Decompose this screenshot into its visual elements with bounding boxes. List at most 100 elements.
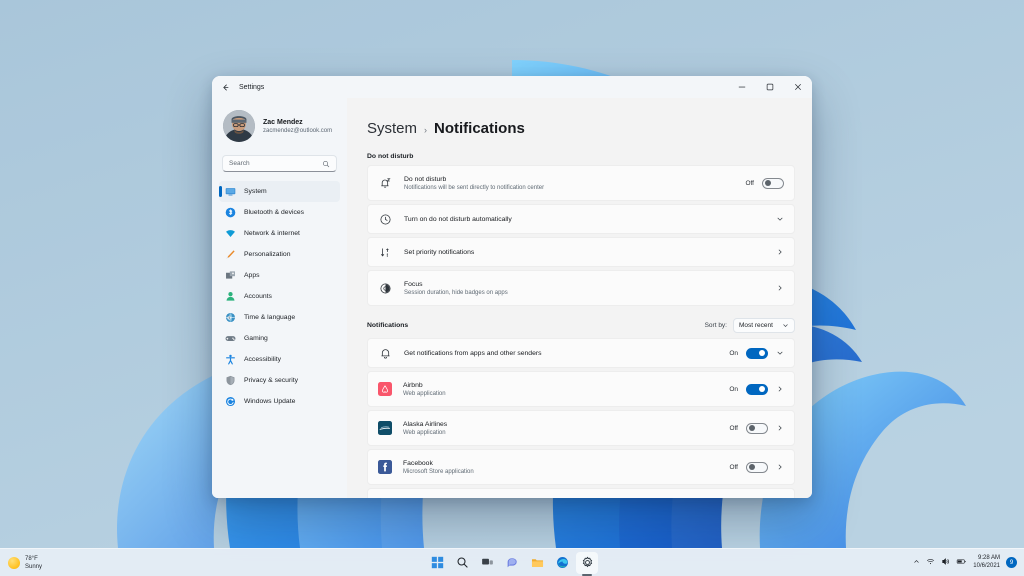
weather-widget[interactable]: 78°F Sunny [0, 555, 42, 571]
bell-icon [378, 346, 393, 361]
system-tray: 9:28 AM 10/6/2021 9 [913, 555, 1024, 570]
search-button[interactable] [451, 552, 473, 574]
card-do-not-disturb[interactable]: Do not disturb Notifications will be sen… [367, 165, 795, 201]
card-get-notifications-master[interactable]: Get notifications from apps and other se… [367, 338, 795, 368]
tray-chevron-up-icon[interactable] [913, 558, 920, 567]
status-label: On [729, 350, 738, 357]
settings-window: Settings [212, 76, 812, 498]
card-subtitle: Notifications will be sent directly to n… [404, 184, 734, 192]
app-toggle-alaska-airlines[interactable] [746, 423, 768, 434]
sidebar-item-label: Accessibility [244, 356, 281, 363]
wifi-icon[interactable] [926, 557, 935, 568]
chevron-right-icon[interactable] [776, 248, 784, 256]
toggle-knob [749, 425, 755, 431]
sidebar-item-privacy-security[interactable]: Privacy & security [219, 370, 340, 391]
app-toggle-facebook[interactable] [746, 462, 768, 473]
minimize-icon [738, 83, 746, 91]
start-icon [431, 556, 444, 569]
app-name: Alaska Airlines [403, 420, 718, 429]
avatar-photo [223, 110, 255, 142]
card-title: Do not disturb [404, 175, 734, 184]
status-label: Off [745, 180, 754, 187]
task-view-icon [481, 556, 494, 569]
sidebar-item-system[interactable]: System [219, 181, 340, 202]
chevron-right-icon[interactable] [776, 284, 784, 292]
sidebar-item-bluetooth-devices[interactable]: Bluetooth & devices [219, 202, 340, 223]
battery-icon[interactable] [956, 557, 967, 568]
card-focus[interactable]: Focus Session duration, hide badges on a… [367, 270, 795, 306]
app-row-alaska-airlines[interactable]: Alaska Airlines Web application Off [367, 410, 795, 446]
alaska-icon [378, 421, 392, 435]
status-label: Off [729, 425, 738, 432]
search-input[interactable]: Search [222, 155, 337, 172]
chevron-down-icon[interactable] [776, 215, 784, 223]
sidebar-item-label: Personalization [244, 251, 290, 258]
app-toggle-airbnb[interactable] [746, 384, 768, 395]
card-set-priority-notifications[interactable]: Set priority notifications [367, 237, 795, 267]
taskbar-icons [426, 552, 598, 574]
task-view-button[interactable] [476, 552, 498, 574]
chevron-down-icon[interactable] [776, 349, 784, 357]
sort-by-dropdown[interactable]: Most recent [733, 318, 795, 333]
sidebar-item-time-language[interactable]: Time & language [219, 307, 340, 328]
toggle-knob [765, 180, 771, 186]
notifications-master-toggle[interactable] [746, 348, 768, 359]
chevron-right-icon[interactable] [776, 463, 784, 471]
minimize-button[interactable] [728, 76, 756, 98]
profile-email: zacmendez@outlook.com [263, 127, 332, 135]
user-profile[interactable]: Zac Mendez zacmendez@outlook.com [219, 98, 340, 142]
card-title: Focus [404, 280, 765, 289]
clock[interactable]: 9:28 AM 10/6/2021 [973, 555, 1000, 570]
close-button[interactable] [784, 76, 812, 98]
breadcrumb-parent[interactable]: System [367, 120, 417, 137]
sidebar-item-apps[interactable]: Apps [219, 265, 340, 286]
window-title: Settings [239, 84, 264, 91]
sidebar-item-label: Time & language [244, 314, 295, 321]
gamepad-icon [224, 333, 236, 345]
taskbar: 78°F Sunny [0, 548, 1024, 576]
back-button[interactable] [221, 83, 230, 92]
app-subtitle: Web application [403, 429, 718, 437]
app-row-microsoft-teams[interactable]: Microsoft Teams On [367, 488, 795, 498]
card-subtitle: Session duration, hide badges on apps [404, 289, 765, 297]
do-not-disturb-toggle[interactable] [762, 178, 784, 189]
chat-button[interactable] [501, 552, 523, 574]
sidebar-item-gaming[interactable]: Gaming [219, 328, 340, 349]
breadcrumb-separator: › [424, 125, 427, 135]
maximize-button[interactable] [756, 76, 784, 98]
airbnb-icon [378, 382, 392, 396]
start-button[interactable] [426, 552, 448, 574]
chat-icon [506, 556, 519, 569]
sort-by-label: Sort by: [705, 322, 727, 329]
weather-condition: Sunny [25, 563, 42, 571]
app-subtitle: Web application [403, 390, 718, 398]
sidebar-nav: System Bluetooth & devices [219, 181, 340, 412]
card-turn-on-dnd-automatically[interactable]: Turn on do not disturb automatically [367, 204, 795, 234]
notification-badge[interactable]: 9 [1006, 557, 1017, 568]
status-label: On [729, 386, 738, 393]
toggle-knob [759, 386, 765, 392]
tray-time: 9:28 AM [973, 555, 1000, 563]
edge-icon [556, 556, 569, 569]
app-name: Airbnb [403, 381, 718, 390]
edge-button[interactable] [551, 552, 573, 574]
app-row-airbnb[interactable]: Airbnb Web application On [367, 371, 795, 407]
sidebar-item-windows-update[interactable]: Windows Update [219, 391, 340, 412]
sidebar-item-label: Bluetooth & devices [244, 209, 304, 216]
sidebar-item-label: Privacy & security [244, 377, 298, 384]
sidebar-item-accounts[interactable]: Accounts [219, 286, 340, 307]
apps-icon [224, 270, 236, 282]
sidebar-item-accessibility[interactable]: Accessibility [219, 349, 340, 370]
chevron-down-icon [782, 322, 789, 329]
chevron-right-icon[interactable] [776, 385, 784, 393]
system-icon [224, 186, 236, 198]
sidebar-item-network-internet[interactable]: Network & internet [219, 223, 340, 244]
app-row-facebook[interactable]: Facebook Microsoft Store application Off [367, 449, 795, 485]
chevron-right-icon[interactable] [776, 424, 784, 432]
app-name: Facebook [403, 459, 718, 468]
volume-icon[interactable] [941, 557, 950, 568]
bluetooth-icon [224, 207, 236, 219]
settings-button[interactable] [576, 552, 598, 574]
file-explorer-button[interactable] [526, 552, 548, 574]
sidebar-item-personalization[interactable]: Personalization [219, 244, 340, 265]
